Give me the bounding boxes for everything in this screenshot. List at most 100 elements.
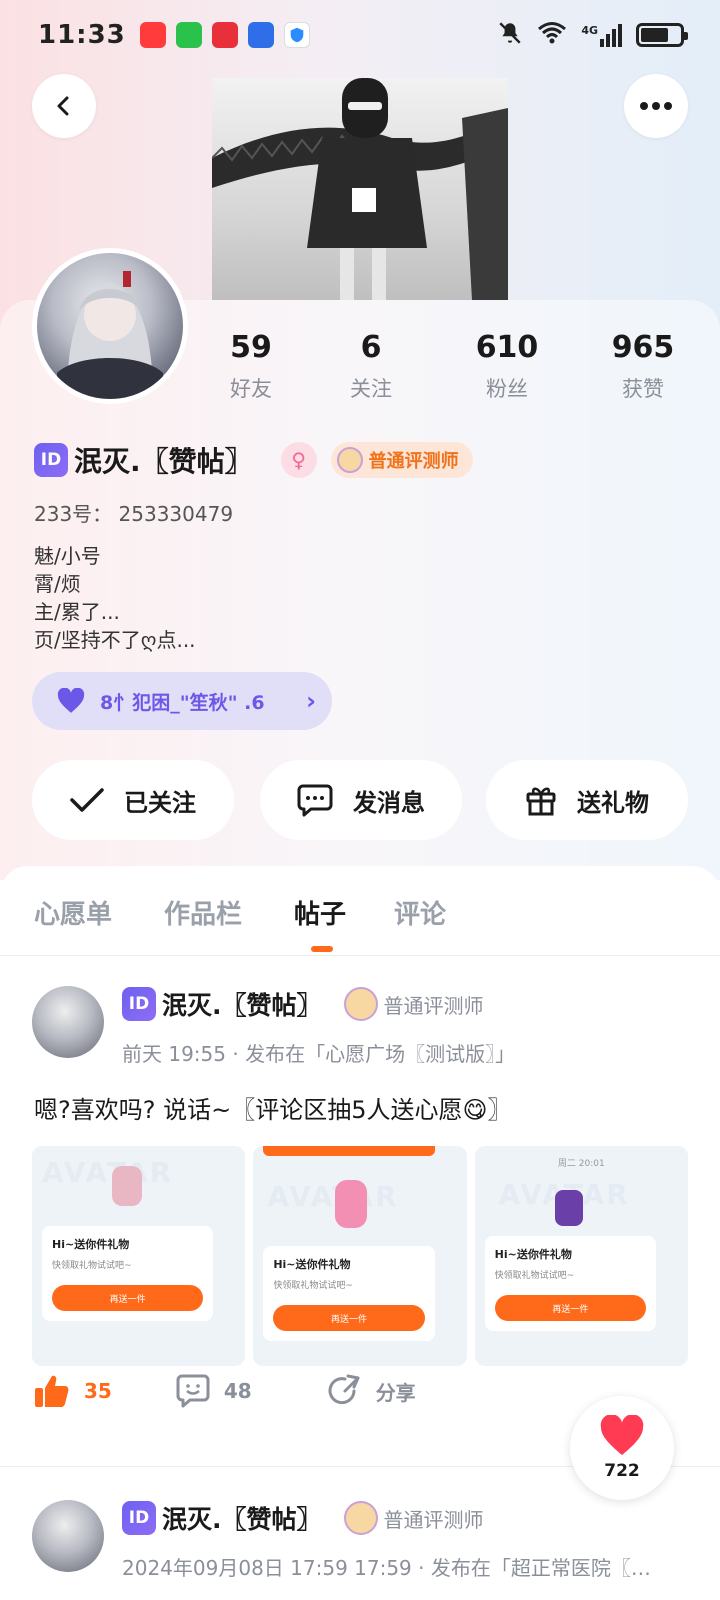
more-dots-icon [640, 102, 672, 110]
avatar-figure [112, 1166, 142, 1206]
card-title: Hi~送你件礼物 [494, 1248, 572, 1261]
gift-icon [526, 787, 556, 816]
post-author-name[interactable]: 泯灭.〖赞帖〗 [162, 986, 322, 1022]
post-image[interactable]: AVATAR Hi~送你件礼物 快领取礼物试试吧~ 再送一件 [253, 1146, 467, 1366]
more-button[interactable] [624, 74, 688, 138]
role-avatar-icon [336, 447, 363, 473]
role-badge[interactable]: 普通评测师 [330, 442, 473, 478]
card-subtitle: 快领取礼物试试吧~ [52, 1261, 132, 1271]
gift-card: Hi~送你件礼物 快领取礼物试试吧~ 再送一件 [42, 1226, 214, 1321]
image-watermark: AVATAR [42, 1156, 174, 1189]
card-button: 再送一件 [273, 1305, 425, 1331]
tab-wishlist[interactable]: 心愿单 [34, 894, 112, 931]
mute-icon [497, 20, 523, 50]
network-type: 4G [581, 23, 598, 37]
tab-comments[interactable]: 评论 [394, 894, 446, 931]
stat-fans[interactable]: 610 粉丝 [452, 330, 562, 403]
back-arrow-icon [57, 96, 69, 116]
wifi-icon [537, 21, 567, 49]
image-watermark: AVATAR [267, 1180, 399, 1213]
comment-button[interactable]: 48 [176, 1374, 252, 1408]
comment-count: 48 [223, 1379, 252, 1403]
bio-line: 霄/烦 [34, 572, 81, 596]
post-meta[interactable]: 前天 19:55 · 发布在「心愿广场〖测试版〗」 [122, 1038, 515, 1067]
app-icon-2 [175, 22, 202, 48]
heart-icon [600, 1415, 644, 1456]
profile-name-row: ID 泯灭.〖赞帖〗 ♀ 普通评测师 [34, 440, 473, 480]
avatar-figure [335, 1180, 368, 1228]
stat-following[interactable]: 6 关注 [316, 330, 426, 403]
post-text: 嗯?喜欢吗? 说话~〖评论区抽5人送心愿😋〗 [34, 1096, 512, 1124]
message-button[interactable]: 发消息 [260, 760, 462, 840]
stat-value: 965 [611, 330, 675, 365]
post-author-avatar[interactable] [32, 1500, 104, 1572]
role-label: 普通评测师 [368, 451, 459, 472]
floating-like-count: 722 [604, 1461, 640, 1481]
card-subtitle: 快领取礼物试试吧~ [494, 1271, 575, 1281]
bio-line: 主/累了... [34, 600, 120, 624]
app-icon-1 [139, 22, 166, 48]
app-icon-4 [247, 22, 274, 48]
profile-bio: 魅/小号 霄/烦 主/累了... 页/坚持不了ღ点... [34, 542, 196, 654]
followed-button[interactable]: 已关注 [32, 760, 234, 840]
status-time: 11:33 [38, 20, 126, 50]
app-icon-5 [283, 22, 310, 48]
post-author-role: 普通评测师 [343, 1501, 484, 1535]
share-button[interactable]: 分享 [328, 1374, 416, 1408]
stat-label: 关注 [350, 377, 392, 401]
post-actions: 35 48 分享 [34, 1374, 416, 1408]
chat-timestamp: 周二 20:01 [557, 1159, 605, 1169]
send-gift-button[interactable]: 送礼物 [486, 760, 688, 840]
gift-label: 送礼物 [577, 788, 649, 817]
back-button[interactable] [32, 74, 96, 138]
share-label: 分享 [375, 1380, 416, 1405]
card-button: 再送一件 [494, 1295, 646, 1321]
post-image-grid: AVATAR Hi~送你件礼物 快领取礼物试试吧~ 再送一件 AVATAR Hi… [32, 1146, 688, 1366]
heart-icon [57, 688, 85, 713]
thumbs-up-icon [35, 1375, 69, 1407]
profile-avatar[interactable] [32, 248, 188, 404]
post-meta[interactable]: 2024年09月08日 17:59 17:59 · 发布在「超正常医院〖… [122, 1552, 651, 1581]
bio-line: 页/坚持不了ღ点... [34, 628, 196, 652]
card-button: 再送一件 [52, 1285, 204, 1311]
status-app-icons [139, 22, 310, 48]
post-author-row: ID 泯灭.〖赞帖〗 普通评测师 [122, 1500, 484, 1536]
guild-tag[interactable]: 8忄犯困_"笙秋" .6 › [32, 672, 332, 730]
stat-label: 好友 [230, 377, 272, 401]
post-author-avatar[interactable] [32, 986, 104, 1058]
stat-value: 610 [475, 330, 539, 365]
female-gender-icon: ♀ [280, 442, 317, 478]
status-bar: 11:33 4G [0, 0, 720, 70]
card-title: Hi~送你件礼物 [52, 1238, 130, 1251]
followed-label: 已关注 [124, 788, 196, 817]
stat-friends[interactable]: 59 好友 [196, 330, 306, 403]
post-author-role: 普通评测师 [343, 987, 484, 1021]
like-button[interactable]: 35 [34, 1374, 112, 1408]
card-subtitle: 快领取礼物试试吧~ [273, 1281, 353, 1291]
message-label: 发消息 [353, 788, 425, 817]
post-image[interactable]: 周二 20:01 AVATAR Hi~送你件礼物 快领取礼物试试吧~ 再送一件 [474, 1146, 688, 1366]
signal-icon: 4G [581, 23, 622, 47]
stat-likes[interactable]: 965 获赞 [588, 330, 698, 403]
post-author-row: ID 泯灭.〖赞帖〗 普通评测师 [122, 986, 484, 1022]
tab-works[interactable]: 作品栏 [164, 894, 242, 931]
id-badge: ID [122, 987, 156, 1021]
profile-name: 泯灭.〖赞帖〗 [74, 445, 253, 478]
post-author-name[interactable]: 泯灭.〖赞帖〗 [162, 1500, 322, 1536]
profile-banner-image [212, 78, 508, 300]
bio-line: 魅/小号 [34, 544, 101, 568]
check-icon [70, 788, 104, 812]
user-id: 233号： 253330479 [34, 502, 234, 526]
id-badge: ID [122, 1501, 156, 1535]
stat-label: 粉丝 [486, 377, 528, 401]
battery-icon [636, 23, 688, 47]
gift-card: Hi~送你件礼物 快领取礼物试试吧~ 再送一件 [484, 1236, 656, 1331]
comment-icon [176, 1374, 210, 1408]
active-tab-indicator [311, 946, 333, 952]
app-icon-3 [211, 22, 238, 48]
tab-posts[interactable]: 帖子 [294, 894, 346, 931]
floating-like-button[interactable]: 722 [570, 1396, 674, 1500]
content-tabs: 心愿单 作品栏 帖子 评论 [0, 866, 720, 956]
post-image[interactable]: AVATAR Hi~送你件礼物 快领取礼物试试吧~ 再送一件 [32, 1146, 246, 1366]
status-right: 4G [497, 20, 688, 50]
